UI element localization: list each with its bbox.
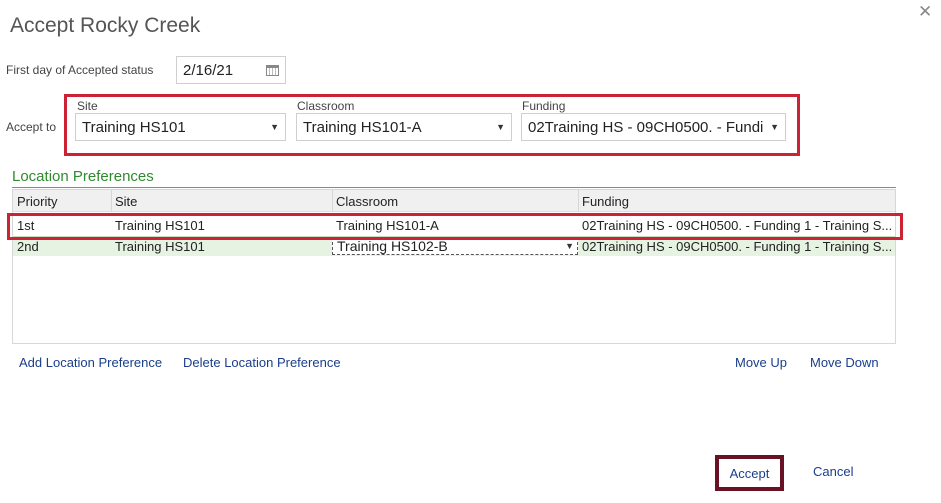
- column-header-funding[interactable]: Funding: [578, 194, 895, 209]
- classroom-label: Classroom: [297, 99, 355, 113]
- close-icon[interactable]: ✕: [918, 3, 932, 20]
- classroom-value: Training HS101-A: [303, 118, 422, 136]
- cancel-button[interactable]: Cancel: [813, 464, 853, 479]
- row-site: Training HS101: [115, 239, 205, 254]
- chevron-down-icon: ▼: [270, 122, 279, 132]
- row-classroom: Training HS102-B: [337, 238, 448, 254]
- first-day-date-field[interactable]: 2/16/21: [176, 56, 286, 84]
- delete-location-preference-link[interactable]: Delete Location Preference: [183, 355, 341, 370]
- calendar-icon[interactable]: [266, 64, 279, 76]
- dialog-title: Accept Rocky Creek: [10, 14, 201, 37]
- accept-button[interactable]: Accept: [715, 455, 784, 491]
- first-day-label: First day of Accepted status: [6, 63, 154, 77]
- column-header-site[interactable]: Site: [111, 194, 332, 209]
- column-header-priority[interactable]: Priority: [13, 194, 111, 209]
- first-day-value: 2/16/21: [183, 61, 234, 79]
- accept-button-label: Accept: [729, 465, 770, 481]
- site-dropdown[interactable]: Training HS101 ▼: [75, 113, 286, 141]
- funding-dropdown[interactable]: 02Training HS - 09CH0500. - Fundi... ▼: [521, 113, 786, 141]
- site-value: Training HS101: [82, 118, 186, 136]
- grid-header: Priority Site Classroom Funding: [13, 190, 895, 212]
- row-funding: 02Training HS - 09CH0500. - Funding 1 - …: [582, 239, 893, 254]
- accept-to-label: Accept to: [6, 120, 57, 134]
- section-divider: [12, 187, 896, 188]
- column-header-classroom[interactable]: Classroom: [332, 194, 578, 209]
- funding-label: Funding: [522, 99, 566, 113]
- add-location-preference-link[interactable]: Add Location Preference: [19, 355, 162, 370]
- chevron-down-icon: ▼: [565, 241, 574, 251]
- classroom-dropdown[interactable]: Training HS101-A ▼: [296, 113, 512, 141]
- location-preferences-title: Location Preferences: [12, 168, 154, 185]
- chevron-down-icon: ▼: [770, 122, 779, 132]
- row-priority: 2nd: [17, 239, 39, 254]
- move-down-link[interactable]: Move Down: [810, 355, 879, 370]
- chevron-down-icon: ▼: [496, 122, 505, 132]
- funding-value: 02Training HS - 09CH0500. - Fundi...: [528, 118, 765, 136]
- site-label: Site: [77, 99, 98, 113]
- move-up-link[interactable]: Move Up: [735, 355, 787, 370]
- row-highlight: [7, 213, 903, 240]
